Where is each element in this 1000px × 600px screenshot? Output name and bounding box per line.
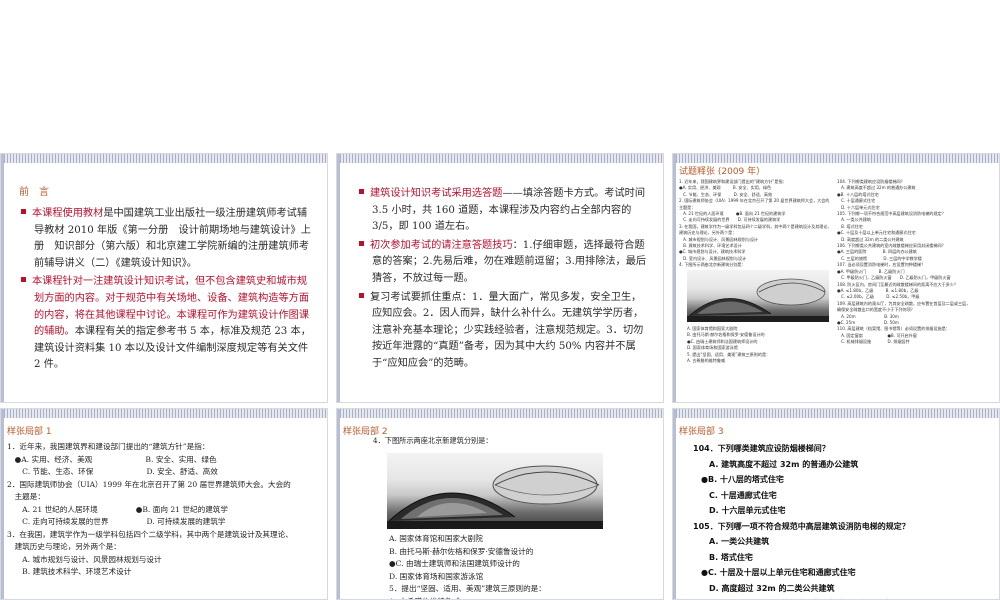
scan-text-line: 2. 国际建筑师协会（UIA）1999 年在北京召开了第 20 届世界建筑师大会… [679, 198, 829, 204]
slide-header-hatch [673, 154, 999, 163]
scanned-page-left-after-photo: A. 国家体育馆和国家大剧院 B. 由托马斯·赫尔佐格和保罗·安德鲁设计的 ●C. … [687, 326, 833, 364]
paragraph-highlight: 建筑设计知识考试采用选答题 [370, 188, 503, 199]
answer-option: B. 由托马斯·赫尔佐格和保罗·安德鲁设计的 [389, 546, 534, 556]
stadium-photo [387, 453, 603, 529]
paragraph-2: 本课程针对一注建筑设计知识考试，但不包含建筑史和城市规划方面的内容。对于规范中有… [21, 274, 313, 374]
excerpt-line: A. 21 世纪的人居环境 ●B. 面向 21 世纪的建筑学 [7, 504, 228, 514]
slide-thumbnail-2[interactable]: 建筑设计知识考试采用选答题——填涂答题卡方式。考试时间 3.5 小时，共 160… [336, 153, 664, 403]
paragraph-3: 复习考试要抓住重点：1．量大面广，常见多发，安全卫生，应知应会。2．因人而异，缺… [359, 290, 651, 373]
scanned-excerpt: 1．近年来，我国建筑界和建设部门提出的“建筑方针”是指： ●A. 实用、经济、美… [7, 441, 325, 579]
slide-header-hatch [337, 409, 663, 418]
slide-edge-bar [1, 154, 4, 402]
excerpt-line: 建筑历史与理论，另外两个是： [7, 542, 121, 551]
slide-title: 样张局部 3 [679, 427, 724, 437]
excerpt-line: D. 十六层单元式住宅 [693, 506, 786, 515]
excerpt-line: C. 十层通廊式住宅 [693, 490, 777, 500]
excerpt-line: ●A. 实用、经济、美观 B. 安全、实用、绿色 [7, 454, 217, 464]
paragraph-2: 初次参加考试的请注意答题技巧：1.仔细审题，选择最符合题意的答案；2.先易后难，… [359, 238, 651, 288]
scanned-excerpt: 104．下列哪类建筑应设防烟楼梯间？ A. 建筑高度不超过 32m 的普通办公建… [693, 441, 993, 599]
paragraph-highlight: 初次参加考试的请注意答题技巧 [370, 239, 513, 251]
slide-header-hatch [1, 154, 327, 163]
scan-text-line: A. 古希腊的维特鲁威 [687, 358, 726, 364]
excerpt-line: B. 塔式住宅 [693, 552, 753, 562]
answer-option: D. 国家体育场和国家游泳馆 [389, 571, 484, 581]
slide-edge-bar [337, 409, 340, 599]
paragraph-text: 本课程有关的指定参考书 5 本，标准及规范 23 本，建筑设计资料集 10 本以… [34, 326, 311, 371]
question-4: 4．下图所示两座北京新建筑分别是： [373, 436, 493, 445]
paragraph-text: 复习考试要抓住重点：1．量大面广，常见多发，安全卫生，应知应会。2．因人而异，缺… [370, 291, 644, 369]
stadium-illustration [387, 465, 603, 529]
paragraph-1: 建筑设计知识考试采用选答题——填涂答题卡方式。考试时间 3.5 小时，共 160… [359, 186, 651, 236]
slide-thumbnail-3[interactable]: 试题释张 (2009 年） 1. 近年来，我国建筑界和建设部门提出的“建筑方针”… [672, 153, 1000, 403]
slide-edge-bar [673, 409, 676, 599]
excerpt-line: C. 走向可持续发展的世界 D. 可持续发展的建筑学 [7, 517, 226, 526]
slide-edge-bar [1, 409, 4, 599]
excerpt-line: ●B. 十八层的塔式住宅 [693, 475, 784, 484]
paragraph-highlight: 本课程使用教材 [32, 208, 104, 219]
slide-body: 建筑设计知识考试采用选答题——填涂答题卡方式。考试时间 3.5 小时，共 160… [359, 186, 651, 375]
excerpt-line: C. 节能、生态、环保 D. 安全、舒适、高效 [7, 467, 218, 476]
answer-option: 5．提出“坚固、适用、美观”建筑三原则的是： [389, 584, 546, 593]
paragraph-1: 本课程使用教材是中国建筑工业出版社一级注册建筑师考试辅导教材 2010 年版《第… [21, 206, 313, 272]
excerpt-line: 104．下列哪类建筑应设防烟楼梯间？ [693, 444, 830, 453]
excerpt-line: 106．下列哪类公共建筑的室内疏散楼梯应采用封闭楼梯间？ [693, 596, 993, 599]
answer-option: A. 国家体育馆和国家大剧院 [389, 534, 483, 543]
excerpt-line: D. 高度超过 32m 的二类公共建筑 [693, 583, 835, 593]
excerpt-line: ●C. 十层及十层以上单元住宅和通廊式住宅 [693, 568, 856, 577]
excerpt-line: A. 一类公共建筑 [693, 537, 770, 546]
scanned-page-left: 1. 近年来，我国建筑界和建设部门提出的“建筑方针”是指： ●A. 实用、经济、美… [679, 179, 829, 269]
excerpt-line: 3．在我国，建筑学作为一级学科包括四个二级学科，其中两个是建筑设计及其理论、 [7, 529, 293, 539]
scan-text-line: 4. 下图所示两座北京新建筑分别是： [679, 262, 746, 268]
scanned-page-right: 104. 下列哪类建筑应设防烟楼梯间？ A. 建筑高度不超过 32m 的普通办公… [837, 179, 995, 346]
slide-title: 试题释张 (2009 年） [679, 167, 766, 177]
blank-header-area [0, 0, 1000, 150]
bullet-icon [359, 292, 364, 298]
answer-option: A. 古希腊的维特鲁威 [389, 596, 659, 600]
stadium-photo [687, 270, 829, 322]
slide-edge-bar [673, 154, 676, 402]
bullet-icon [359, 189, 364, 194]
slide-edge-bar [337, 154, 340, 402]
stadium-illustration [687, 278, 829, 322]
excerpt-line: A. 建筑高度不超过 32m 的普通办公建筑 [693, 459, 859, 469]
slide-body: 本课程使用教材是中国建筑工业出版社一级注册建筑师考试辅导教材 2010 年版《第… [21, 206, 313, 376]
slide-header-hatch [1, 409, 327, 418]
bullet-icon [359, 240, 364, 246]
answer-option: ●C. 由瑞士建筑师和法国建筑师设计的 [389, 559, 520, 568]
excerpt-line: 主题是： [7, 492, 45, 501]
excerpt-line: 1．近年来，我国建筑界和建设部门提出的“建筑方针”是指： [7, 442, 210, 451]
bullet-icon [21, 277, 26, 283]
slide-thumbnail-5[interactable]: 样张局部 2 4．下图所示两座北京新建筑分别是： A. 国家体育馆和国家大剧院 B… [336, 408, 664, 600]
excerpt-line: B. 建筑技术科学、环境艺术设计 [7, 567, 132, 576]
slide-header-hatch [337, 154, 663, 163]
slide-thumbnail-4[interactable]: 样张局部 1 1．近年来，我国建筑界和建设部门提出的“建筑方针”是指： ●A. … [0, 408, 328, 600]
excerpt-line: 105．下列哪一项不符合规范中高层建筑设消防电梯的规定？ [693, 521, 910, 531]
scan-text-line: C. 机械排烟设施 D. 排烟竖井 [837, 339, 910, 345]
slide-thumbnail-6[interactable]: 样张局部 3 104．下列哪类建筑应设防烟楼梯间？ A. 建筑高度不超过 32m… [672, 408, 1000, 600]
answer-options: A. 国家体育馆和国家大剧院 B. 由托马斯·赫尔佐格和保罗·安德鲁设计的 ●C. … [389, 533, 659, 600]
slide-header-hatch [673, 409, 999, 418]
excerpt-line: 2．国际建筑师协会（UIA）1999 年在北京召开了第 20 届世界建筑师大会。… [7, 479, 291, 489]
bullet-icon [21, 209, 26, 214]
excerpt-line: A. 城市规划与设计、风景园林规划与设计 [7, 554, 162, 564]
slide-title: 前 言 [19, 187, 49, 198]
slide-title: 样张局部 1 [7, 427, 52, 437]
slide-thumbnail-1[interactable]: 前 言 本课程使用教材是中国建筑工业出版社一级注册建筑师考试辅导教材 2010 … [0, 153, 328, 403]
